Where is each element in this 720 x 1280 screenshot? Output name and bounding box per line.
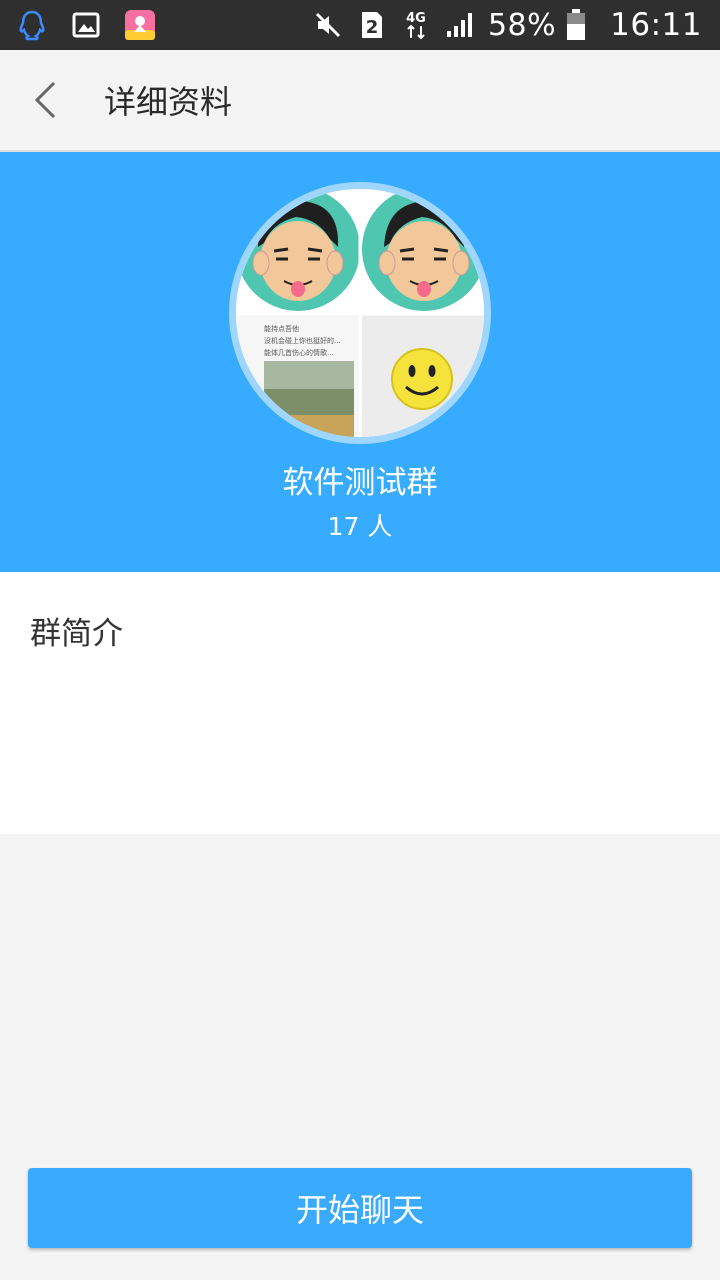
gallery-icon [70, 9, 102, 41]
chevron-left-icon [34, 81, 56, 119]
group-intro-title: 群简介 [30, 616, 123, 652]
avatar-text-1: 能持点吾他 [264, 324, 299, 333]
start-chat-button[interactable]: 开始聊天 [28, 1168, 692, 1248]
status-bar: 2 4G 58% 16:11 [0, 0, 720, 50]
qq-icon [16, 9, 48, 41]
group-avatar[interactable]: 能持点吾他 没机会碰上你也挺好的... 能体几首伤心的情歌... [229, 182, 491, 444]
member-avatar-3: 能持点吾他 没机会碰上你也挺好的... 能体几首伤心的情歌... [236, 315, 360, 437]
avatar-text-2: 没机会碰上你也挺好的... [264, 336, 341, 345]
title-bar: 详细资料 [0, 50, 720, 152]
signal-icon [444, 9, 476, 41]
network-label: 4G [406, 11, 426, 26]
member-avatar-2 [362, 189, 484, 311]
sim-icon: 2 [356, 9, 388, 41]
member-avatar-4 [362, 315, 484, 437]
clock: 16:11 [610, 7, 702, 43]
network-4g-icon: 4G [400, 9, 432, 41]
group-name: 软件测试群 [282, 465, 438, 501]
group-header: 能持点吾他 没机会碰上你也挺好的... 能体几首伤心的情歌... 软件测试群 1… [0, 152, 720, 572]
sim-number: 2 [366, 17, 379, 38]
member-count: 17 人 [327, 512, 393, 541]
page-title: 详细资料 [104, 83, 233, 121]
group-avatar-image: 能持点吾他 没机会碰上你也挺好的... 能体几首伤心的情歌... [236, 189, 484, 437]
mute-icon [312, 9, 344, 41]
avatar-text-3: 能体几首伤心的情歌... [264, 348, 334, 357]
status-right: 2 4G 58% 16:11 [300, 7, 702, 43]
status-left [16, 9, 178, 41]
battery-percent: 58% [487, 7, 557, 43]
member-avatar-1 [236, 189, 360, 311]
back-button[interactable] [0, 49, 90, 151]
battery-icon [560, 9, 592, 41]
group-intro-card: 群简介 [0, 572, 720, 834]
app-icon [124, 9, 156, 41]
